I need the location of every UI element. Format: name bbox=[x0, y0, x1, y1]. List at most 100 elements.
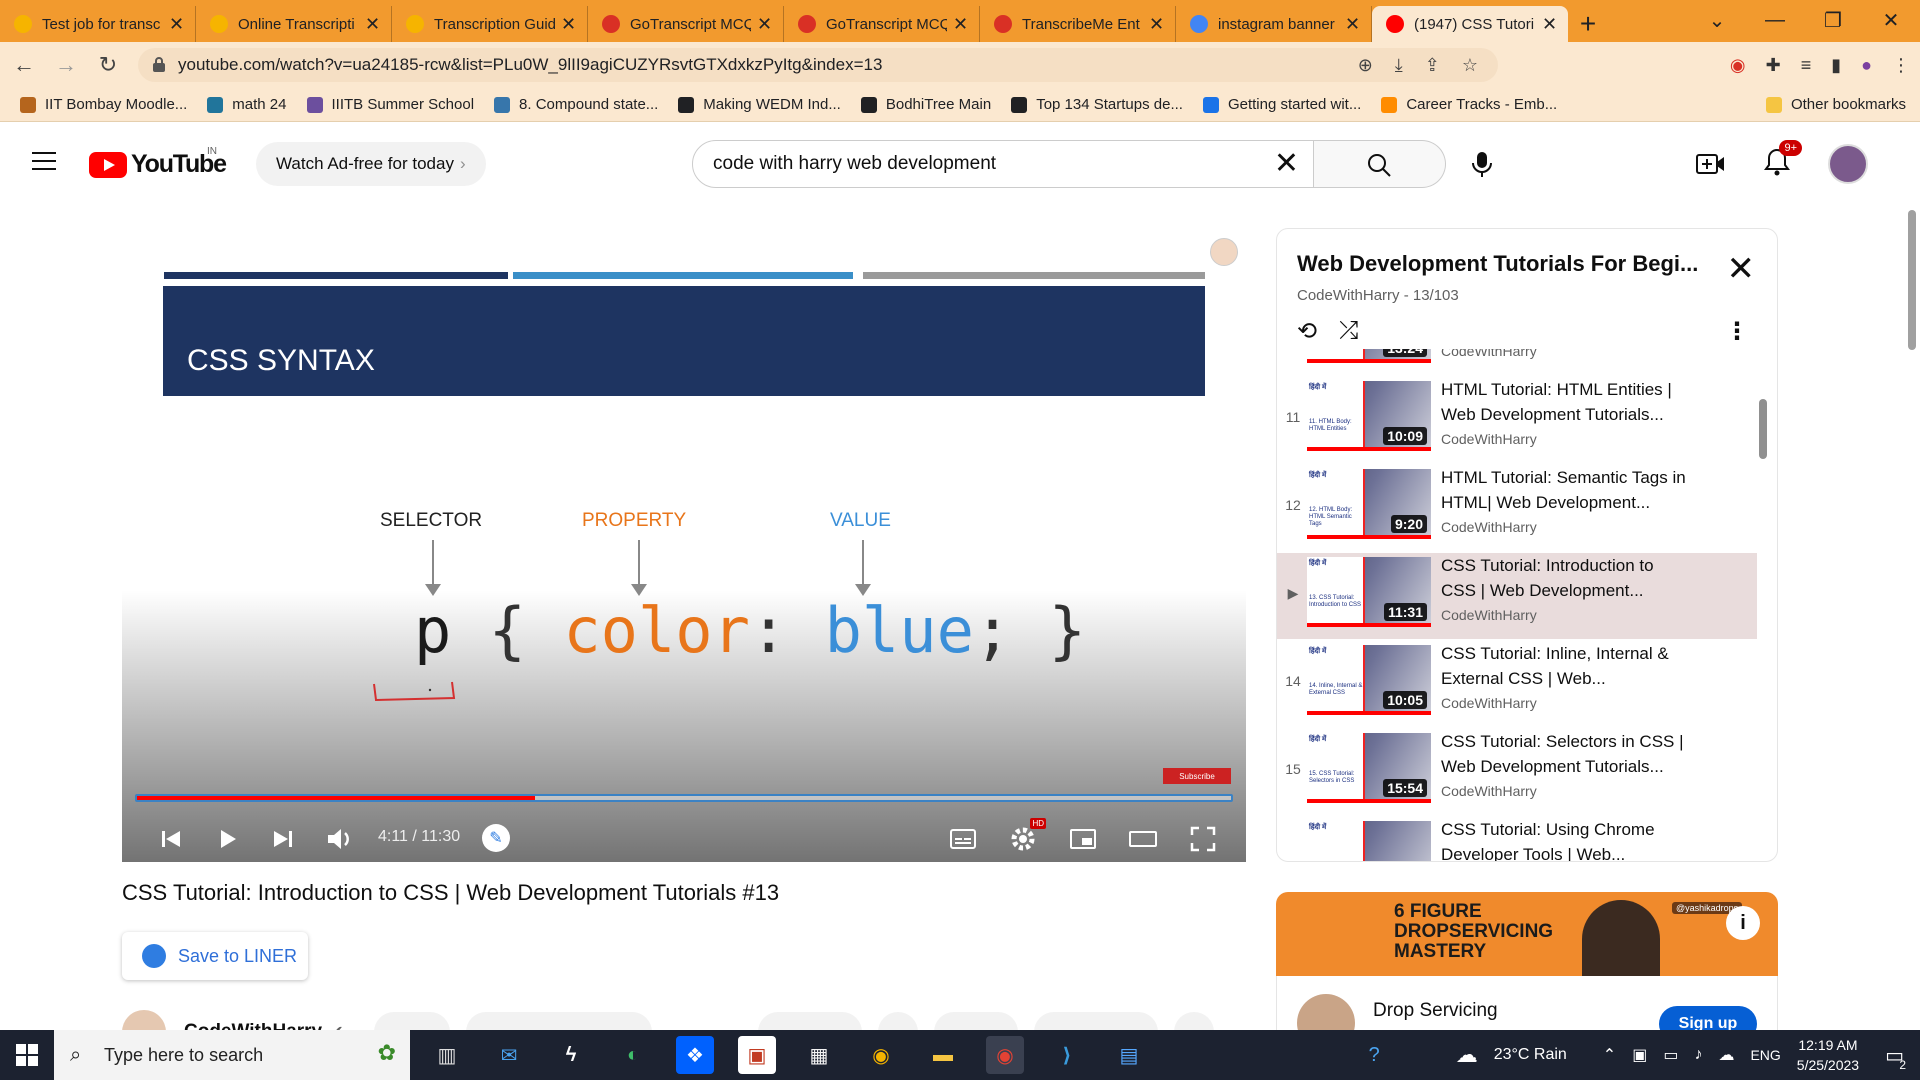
page-scrollbar-thumb[interactable] bbox=[1908, 210, 1916, 350]
taskbar-search[interactable]: ⌕ Type here to search ✿ bbox=[54, 1030, 410, 1080]
tab-search-icon[interactable]: ⌄ bbox=[1688, 0, 1746, 40]
task-view-icon[interactable]: ▥ bbox=[428, 1036, 466, 1074]
liner-pen-icon[interactable]: ✎ bbox=[482, 824, 510, 852]
loop-icon[interactable]: ⟲ bbox=[1297, 317, 1317, 346]
bookmark-star-icon[interactable]: ☆ bbox=[1462, 55, 1478, 76]
bookmark-item[interactable]: 8. Compound state... bbox=[494, 96, 658, 113]
media-icon[interactable]: ≡ bbox=[1801, 55, 1812, 76]
language-indicator[interactable]: ENG bbox=[1750, 1047, 1780, 1063]
help-icon[interactable]: ? bbox=[1369, 1044, 1380, 1067]
forward-button[interactable]: → bbox=[48, 52, 84, 78]
microphone-icon[interactable] bbox=[1470, 150, 1494, 178]
ad-banner[interactable]: 6 FIGURE DROPSERVICING MASTERY @yashikad… bbox=[1276, 892, 1778, 976]
app-s-icon[interactable]: ϟ bbox=[552, 1036, 590, 1074]
playlist-item[interactable]: 14 हिंदी में 14. Inline, Internal & Extern… bbox=[1277, 641, 1757, 727]
playlist-item[interactable]: हिंदी में CSS Tutorial: Using Chrome Deve… bbox=[1277, 817, 1757, 861]
browser-tab[interactable]: GoTranscript MCQ ✕ bbox=[588, 6, 784, 42]
playlist-item-partial[interactable]: 13:24 CodeWithHarry bbox=[1277, 349, 1757, 375]
hamburger-menu-icon[interactable] bbox=[32, 152, 56, 170]
playlist-item[interactable]: 12 हिंदी में 12. HTML Body: HTML Semantic … bbox=[1277, 465, 1757, 551]
bookmark-item[interactable]: Career Tracks - Emb... bbox=[1381, 96, 1557, 113]
playlist-item[interactable]: ▶ हिंदी में 13. CSS Tutorial: Introduction… bbox=[1277, 553, 1757, 639]
playlist-scrollbar[interactable] bbox=[1759, 399, 1767, 459]
store-icon[interactable]: ▦ bbox=[800, 1036, 838, 1074]
close-playlist-icon[interactable]: ✕ bbox=[1727, 249, 1756, 289]
translate-icon[interactable]: ⊕ bbox=[1358, 55, 1373, 76]
reload-button[interactable]: ↻ bbox=[90, 52, 126, 78]
progress-bar[interactable] bbox=[135, 794, 1233, 802]
puzzle-icon[interactable]: ✚ bbox=[1766, 55, 1781, 76]
profile-avatar-icon[interactable]: ● bbox=[1861, 55, 1872, 76]
page-scrollbar[interactable] bbox=[1904, 206, 1920, 1030]
shuffle-icon[interactable]: ⤮ bbox=[1339, 317, 1358, 346]
back-button[interactable]: ← bbox=[6, 52, 42, 78]
tab-close-icon[interactable]: ✕ bbox=[1149, 14, 1165, 35]
watch-adfree-button[interactable]: Watch Ad-free for today › bbox=[256, 142, 486, 186]
search-button[interactable] bbox=[1314, 140, 1446, 188]
weather-text[interactable]: 23°C Rain bbox=[1494, 1046, 1567, 1064]
browser-tab[interactable]: (1947) CSS Tutori ✕ bbox=[1372, 6, 1568, 42]
minimize-button[interactable]: — bbox=[1746, 0, 1804, 40]
speaker-icon[interactable]: ♪ bbox=[1694, 1046, 1702, 1064]
other-bookmarks[interactable]: Other bookmarks bbox=[1765, 96, 1906, 113]
youtube-logo[interactable]: YouTube IN bbox=[89, 146, 227, 179]
previous-icon[interactable] bbox=[156, 824, 186, 854]
network-icon[interactable]: ▣ bbox=[1632, 1045, 1647, 1065]
channel-watermark-avatar[interactable] bbox=[1210, 238, 1238, 266]
windows-start-button[interactable] bbox=[0, 1030, 54, 1080]
tab-close-icon[interactable]: ✕ bbox=[757, 14, 773, 35]
extension-red-icon[interactable]: ◉ bbox=[1730, 55, 1746, 76]
create-video-icon[interactable] bbox=[1696, 152, 1726, 176]
clear-search-icon[interactable]: ✕ bbox=[1274, 149, 1299, 179]
chrome-profile-icon[interactable]: ◉ bbox=[986, 1036, 1024, 1074]
account-avatar[interactable] bbox=[1828, 144, 1868, 184]
chrome-icon[interactable]: ◉ bbox=[862, 1036, 900, 1074]
new-tab-button[interactable]: + bbox=[1568, 6, 1608, 42]
close-window-button[interactable]: ✕ bbox=[1862, 0, 1920, 40]
browser-tab[interactable]: Test job for transc ✕ bbox=[0, 6, 196, 42]
play-icon[interactable] bbox=[212, 824, 242, 854]
bookmark-item[interactable]: Getting started wit... bbox=[1202, 96, 1361, 113]
playlist-menu-icon[interactable]: ⋮ bbox=[1725, 317, 1749, 346]
playlist-item[interactable]: 11 हिंदी में 11. HTML Body: HTML Entities 1… bbox=[1277, 377, 1757, 463]
subtitles-icon[interactable] bbox=[948, 824, 978, 854]
settings-button[interactable]: HD bbox=[1008, 818, 1046, 854]
sidepanel-icon[interactable]: ▮ bbox=[1831, 55, 1841, 76]
edge-icon[interactable]: ◐ bbox=[614, 1036, 652, 1074]
menu-kebab-icon[interactable]: ⋮ bbox=[1892, 55, 1910, 76]
playlist-item[interactable]: 15 हिंदी में 15. CSS Tutorial: Selectors i… bbox=[1277, 729, 1757, 815]
bookmark-item[interactable]: IIITB Summer School bbox=[306, 96, 474, 113]
install-icon[interactable]: ⤓ bbox=[1395, 55, 1403, 76]
share-icon[interactable]: ⇪ bbox=[1425, 55, 1440, 76]
vscode-icon[interactable]: ⟩ bbox=[1048, 1036, 1086, 1074]
restore-button[interactable]: ❐ bbox=[1804, 0, 1862, 40]
video-player[interactable]: CSS SYNTAX SELECTOR PROPERTY VALUE p { c… bbox=[122, 230, 1246, 862]
battery-icon[interactable]: ▭ bbox=[1663, 1045, 1678, 1065]
miniplayer-icon[interactable] bbox=[1068, 824, 1098, 854]
notifications-button[interactable]: 9+ bbox=[1764, 139, 1802, 181]
tab-close-icon[interactable]: ✕ bbox=[365, 14, 381, 35]
chevron-up-icon[interactable]: ⌃ bbox=[1603, 1045, 1616, 1065]
tab-close-icon[interactable]: ✕ bbox=[1345, 14, 1361, 35]
theater-mode-icon[interactable] bbox=[1128, 824, 1158, 854]
ad-info-icon[interactable]: i bbox=[1726, 906, 1760, 940]
tab-close-icon[interactable]: ✕ bbox=[169, 14, 185, 35]
browser-tab[interactable]: Transcription Guid ✕ bbox=[392, 6, 588, 42]
next-icon[interactable] bbox=[268, 824, 298, 854]
onedrive-icon[interactable]: ☁ bbox=[1718, 1045, 1734, 1065]
tab-close-icon[interactable]: ✕ bbox=[953, 14, 969, 35]
bookmark-item[interactable]: Making WEDM Ind... bbox=[678, 96, 841, 113]
bookmark-item[interactable]: Top 134 Startups de... bbox=[1011, 96, 1183, 113]
save-to-liner-button[interactable]: Save to LINER bbox=[122, 932, 308, 980]
browser-tab[interactable]: Online Transcripti ✕ bbox=[196, 6, 392, 42]
browser-tab[interactable]: instagram banner ✕ bbox=[1176, 6, 1372, 42]
mail-icon[interactable]: ✉ bbox=[490, 1036, 528, 1074]
clock[interactable]: 12:19 AM 5/25/2023 bbox=[1797, 1035, 1859, 1075]
volume-icon[interactable] bbox=[324, 824, 354, 854]
playlist-title[interactable]: Web Development Tutorials For Begi... bbox=[1297, 251, 1698, 277]
office-icon[interactable]: ▣ bbox=[738, 1036, 776, 1074]
fullscreen-icon[interactable] bbox=[1188, 824, 1218, 854]
browser-tab[interactable]: TranscribeMe Ent ✕ bbox=[980, 6, 1176, 42]
subscribe-watermark[interactable]: Subscribe bbox=[1163, 768, 1231, 784]
bookmark-item[interactable]: BodhiTree Main bbox=[860, 96, 991, 113]
